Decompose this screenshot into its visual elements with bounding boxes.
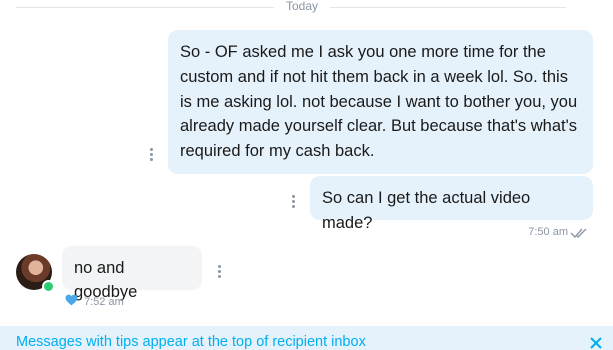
message-options-icon[interactable] (288, 195, 298, 209)
online-status-indicator (42, 280, 55, 293)
outgoing-message-meta: 7:50 am (500, 226, 592, 240)
notice-text: Messages with tips appear at the top of … (16, 334, 366, 350)
date-divider: Today (16, 0, 566, 14)
tips-notice-banner: Messages with tips appear at the top of … (0, 326, 613, 350)
message-time: 7:52 am (84, 296, 124, 308)
close-icon[interactable] (590, 337, 602, 349)
message-options-icon[interactable] (146, 148, 156, 162)
heart-icon[interactable] (65, 294, 78, 306)
divider-line-right (330, 7, 566, 8)
outgoing-message: So can I get the actual video made? (310, 176, 593, 232)
double-check-icon (570, 228, 587, 239)
message-time: 7:50 am (528, 226, 568, 238)
outgoing-message: So - OF asked me I ask you one more time… (168, 30, 593, 174)
date-divider-label: Today (285, 0, 319, 13)
divider-line-left (16, 7, 274, 8)
message-options-icon[interactable] (214, 265, 224, 279)
incoming-message: no and goodbye (62, 246, 202, 301)
